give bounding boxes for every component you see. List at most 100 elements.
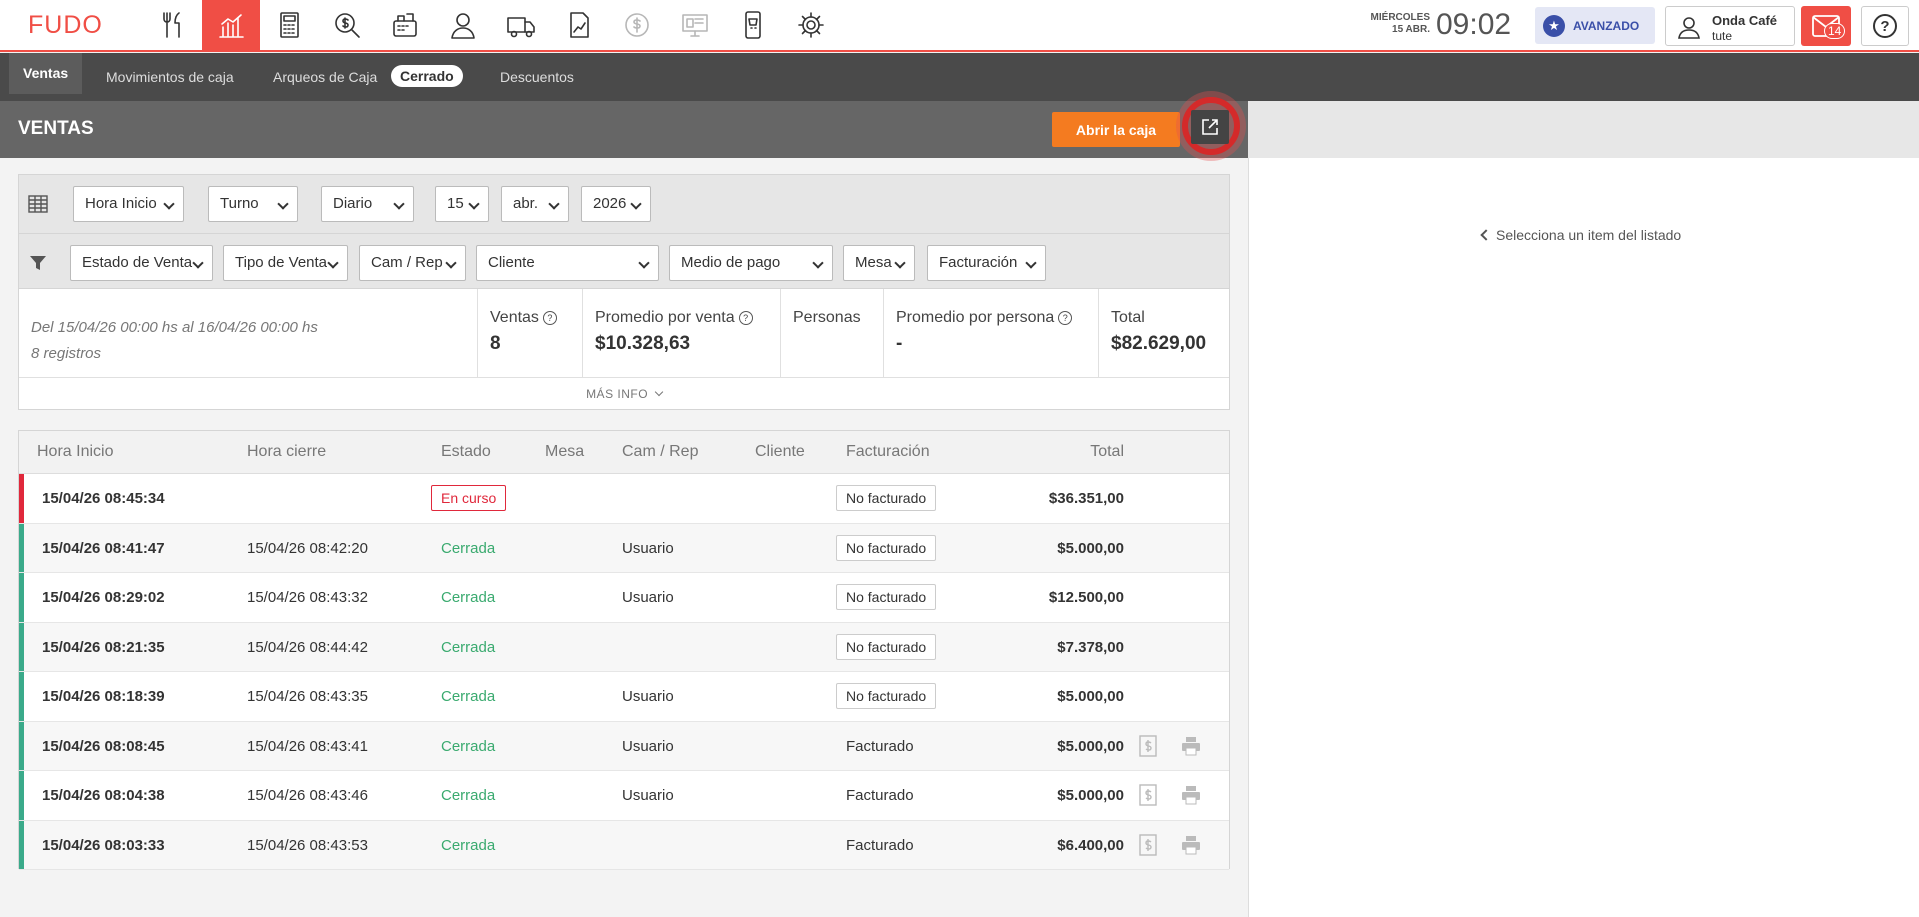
invoice-status-badge: No facturado (836, 584, 937, 610)
cell-hora-cierre: 15/04/26 08:43:32 (247, 589, 368, 606)
tab-arqueos-de-caja[interactable]: Arqueos de Caja (273, 53, 377, 101)
money-search-icon (335, 13, 360, 38)
table-icon[interactable] (28, 194, 48, 214)
tab-ventas[interactable]: Ventas (9, 53, 83, 94)
col-estado[interactable]: Estado (441, 443, 491, 461)
cliente-select[interactable]: Cliente (476, 245, 659, 281)
sub-nav: Ventas Movimientos de caja Arqueos de Ca… (0, 53, 1919, 101)
date-display: MIÉRCOLES 15 ABR. (1366, 12, 1430, 36)
nav-gear[interactable] (782, 0, 840, 50)
nav-mobile-cart[interactable] (724, 0, 782, 50)
nav-chart[interactable] (202, 0, 260, 50)
help-button[interactable]: ? (1861, 6, 1909, 46)
open-register-button[interactable]: Abrir la caja (1052, 112, 1180, 147)
gear-icon (798, 12, 824, 38)
period-select[interactable]: Diario (321, 186, 414, 222)
table-row[interactable]: 15/04/26 08:41:47 15/04/26 08:42:20 Cerrad… (19, 523, 1229, 573)
empty-detail-hint: Selecciona un item del listado (1480, 227, 1681, 243)
cell-hora-cierre: 15/04/26 08:44:42 (247, 638, 368, 656)
tab-descuentos[interactable]: Descuentos (500, 53, 574, 101)
stat-label: Ventas (490, 309, 539, 326)
nav-calculator[interactable] (260, 0, 318, 50)
invoice-status-badge: No facturado (836, 633, 937, 660)
nav-money-search[interactable] (318, 0, 376, 50)
invoice-status-badge: No facturado (836, 485, 937, 511)
nav-truck[interactable] (492, 0, 550, 50)
notification-count: 14 (1824, 23, 1846, 39)
status-text: Cerrada (441, 589, 496, 606)
nav-utensils[interactable] (144, 0, 202, 50)
help-icon: ? (1873, 14, 1897, 38)
row-status-bar (19, 771, 24, 820)
print-icon[interactable] (1180, 784, 1202, 806)
fudo-logo[interactable]: FUDO (28, 11, 103, 40)
more-info-toggle[interactable]: MÁS INFO (19, 377, 1229, 410)
table-row[interactable]: 15/04/26 08:29:02 15/04/26 08:43:32 Cerrad… (19, 573, 1229, 623)
filter-row-attributes: Estado de Venta Tipo de Venta Cam / Rep … (19, 233, 1229, 290)
hora-inicio-select[interactable]: Hora Inicio (73, 186, 184, 222)
col-facturacion[interactable]: Facturación (846, 443, 930, 461)
cam-rep-select[interactable]: Cam / Rep (359, 245, 466, 281)
plan-badge[interactable]: ★ AVANZADO (1535, 7, 1655, 44)
day-select[interactable]: 15 (435, 186, 489, 222)
tipo-venta-select[interactable]: Tipo de Venta (223, 245, 348, 281)
nav-dollar-circle[interactable] (608, 0, 666, 50)
invoice-icon[interactable] (1137, 833, 1159, 856)
invoice-icon[interactable] (1137, 734, 1159, 757)
stat-label: Promedio por venta (595, 309, 735, 326)
invoice-icon[interactable] (1137, 784, 1159, 806)
stat-label: Personas (793, 309, 861, 326)
external-link-icon (1202, 119, 1218, 135)
cell-hora-inicio: 15/04/26 08:18:39 (42, 688, 165, 705)
detail-pane: Selecciona un item del listado (1248, 158, 1919, 917)
table-header: Hora Inicio Hora cierre Estado Mesa Cam … (19, 431, 1229, 474)
turno-select[interactable]: Turno (208, 186, 298, 222)
table-row[interactable]: 15/04/26 08:08:45 15/04/26 08:43:41 Cerrad… (19, 721, 1229, 771)
user-menu[interactable]: Onda Café tute (1665, 6, 1795, 46)
stat-ventas: Ventas? 8 (477, 289, 582, 377)
month-select[interactable]: abr. (501, 186, 569, 222)
estado-venta-select[interactable]: Estado de Venta (70, 245, 213, 281)
top-bar: FUDO MIÉRCOLES 15 ABR. 09:02 ★ AVANZADO … (0, 0, 1919, 52)
cell-hora-inicio: 15/04/26 08:03:33 (42, 836, 165, 854)
info-icon[interactable]: ? (1058, 311, 1073, 325)
medio-pago-select[interactable]: Medio de pago (669, 245, 833, 281)
table-row[interactable]: 15/04/26 08:45:34 En curso No facturado $36… (19, 474, 1229, 524)
status-text: Cerrada (441, 638, 496, 656)
col-hora-inicio[interactable]: Hora Inicio (37, 443, 113, 461)
col-mesa[interactable]: Mesa (545, 443, 584, 461)
col-total[interactable]: Total (1072, 443, 1124, 461)
col-cliente[interactable]: Cliente (755, 443, 805, 461)
cell-total: $5.000,00 (1057, 737, 1124, 755)
table-row[interactable]: 15/04/26 08:21:35 15/04/26 08:44:42 Cerrad… (19, 622, 1229, 672)
table-row[interactable]: 15/04/26 08:03:33 15/04/26 08:43:53 Cerrad… (19, 820, 1229, 870)
user-icon (451, 13, 475, 39)
nav-report[interactable] (550, 0, 608, 50)
table-row[interactable]: 15/04/26 08:04:38 15/04/26 08:43:46 Cerrad… (19, 771, 1229, 821)
print-icon[interactable] (1180, 834, 1202, 856)
open-external-button[interactable] (1191, 110, 1229, 144)
year-select[interactable]: 2026 (581, 186, 651, 222)
cell-total: $5.000,00 (1057, 787, 1124, 804)
nav-user[interactable] (434, 0, 492, 50)
filter-icon[interactable] (28, 253, 48, 273)
detail-pane-header (1248, 101, 1919, 158)
info-icon[interactable]: ? (738, 311, 753, 325)
facturacion-select[interactable]: Facturación (927, 245, 1046, 281)
info-icon[interactable]: ? (542, 311, 557, 325)
print-icon[interactable] (1180, 735, 1202, 757)
row-status-bar (19, 672, 24, 721)
row-status-bar (19, 474, 24, 523)
table-row[interactable]: 15/04/26 08:18:39 15/04/26 08:43:35 Cerrad… (19, 672, 1229, 722)
col-hora-cierre[interactable]: Hora cierre (247, 443, 326, 461)
cell-total: $7.378,00 (1057, 638, 1124, 656)
notifications-button[interactable]: 14 (1801, 6, 1851, 46)
chevron-left-icon (1480, 229, 1492, 241)
col-cam-rep[interactable]: Cam / Rep (622, 443, 698, 461)
nav-cash-register[interactable] (376, 0, 434, 50)
nav-monitor[interactable] (666, 0, 724, 50)
mesa-select[interactable]: Mesa (843, 245, 915, 281)
status-text: Cerrada (441, 688, 496, 705)
tab-movimientos-de-caja[interactable]: Movimientos de caja (106, 53, 234, 101)
weekday: MIÉRCOLES (1370, 12, 1430, 23)
